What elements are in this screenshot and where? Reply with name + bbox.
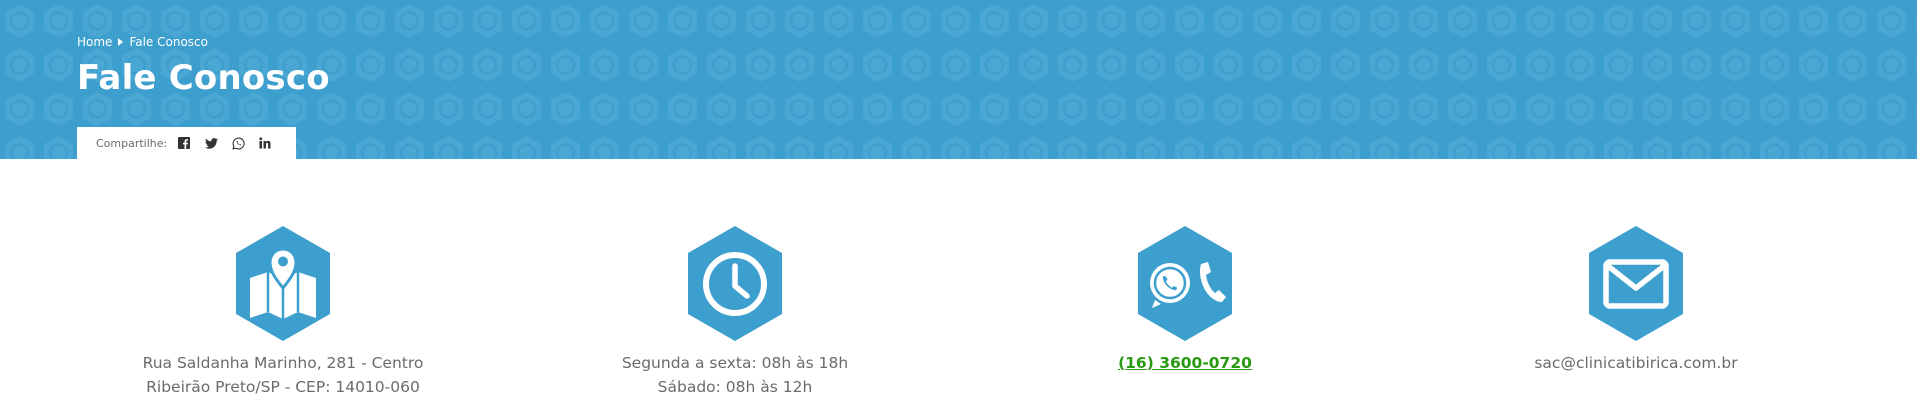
email-text: sac@clinicatibirica.com.br bbox=[1466, 351, 1806, 375]
contact-address: Rua Saldanha Marinho, 281 - Centro Ribei… bbox=[113, 226, 453, 399]
hours-line-2: Sábado: 08h às 12h bbox=[657, 378, 813, 396]
hours-line-1: Segunda a sexta: 08h às 18h bbox=[621, 354, 849, 372]
address-line-1: Rua Saldanha Marinho, 281 - Centro bbox=[142, 354, 424, 372]
address-line-2: Ribeirão Preto/SP - CEP: 14010-060 bbox=[146, 378, 420, 396]
email-address[interactable]: sac@clinicatibirica.com.br bbox=[1466, 351, 1806, 375]
contact-phone: (16) 3600-0720 bbox=[1015, 226, 1355, 375]
contact-info-section: Rua Saldanha Marinho, 281 - Centro Ribei… bbox=[0, 0, 1917, 413]
phone-link[interactable]: (16) 3600-0720 bbox=[1118, 354, 1252, 372]
phone-text: (16) 3600-0720 bbox=[1015, 351, 1355, 375]
contact-email: sac@clinicatibirica.com.br bbox=[1466, 226, 1806, 375]
map-pin-icon bbox=[236, 226, 330, 341]
contact-hours: Segunda a sexta: 08h às 18h Sábado: 08h … bbox=[565, 226, 905, 399]
hours-text: Segunda a sexta: 08h às 18h Sábado: 08h … bbox=[565, 351, 905, 399]
envelope-icon bbox=[1589, 226, 1683, 341]
whatsapp-phone-icon bbox=[1138, 226, 1232, 341]
address-text: Rua Saldanha Marinho, 281 - Centro Ribei… bbox=[113, 351, 453, 399]
clock-icon bbox=[688, 226, 782, 341]
